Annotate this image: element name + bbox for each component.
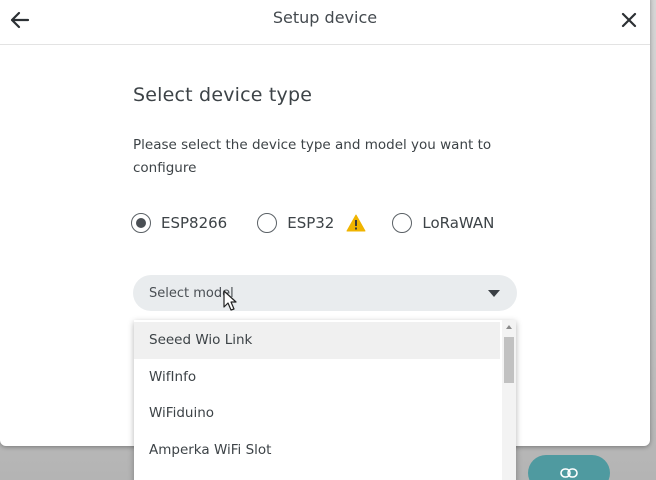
scroll-up-arrow-icon[interactable] xyxy=(506,325,512,329)
scrollbar-thumb[interactable] xyxy=(504,337,514,383)
radio-dot xyxy=(136,218,146,228)
radio-label-lorawan: LoRaWAN xyxy=(422,214,495,232)
back-button[interactable] xyxy=(6,6,34,34)
model-option-wifiduino[interactable]: WiFiduino xyxy=(134,395,500,432)
radio-esp32[interactable]: ESP32 xyxy=(257,213,366,233)
radio-label-esp32: ESP32 xyxy=(287,214,335,232)
dropdown-scrollbar[interactable] xyxy=(502,320,516,480)
radio-button[interactable] xyxy=(257,213,278,233)
close-icon xyxy=(621,12,637,28)
model-option-seeed-wio-link[interactable]: Seeed Wio Link xyxy=(134,322,500,359)
model-option-wifinfo[interactable]: WifInfo xyxy=(134,359,500,396)
radio-esp8266[interactable]: ESP8266 xyxy=(131,213,227,233)
screen: Setup device Select device type Please s… xyxy=(0,0,656,480)
model-select[interactable]: Select model xyxy=(133,275,517,311)
radio-button-selected[interactable] xyxy=(131,213,151,233)
radio-label-esp8266: ESP8266 xyxy=(161,214,228,232)
page-title: Select device type xyxy=(133,84,313,106)
device-type-radio-group: ESP8266 ESP32 LoRaWAN xyxy=(131,209,494,237)
dialog-header: Setup device xyxy=(0,0,650,45)
caret-down-icon xyxy=(488,290,500,297)
radio-lorawan[interactable]: LoRaWAN xyxy=(392,213,494,233)
dialog-title: Setup device xyxy=(272,8,378,27)
arrow-left-icon xyxy=(10,11,30,29)
model-options: Seeed Wio Link WifInfo WiFiduino Amperka… xyxy=(134,322,500,468)
link-button[interactable] xyxy=(528,455,610,480)
radio-button[interactable] xyxy=(392,213,413,233)
model-option-amperka-wifi-slot[interactable]: Amperka WiFi Slot xyxy=(134,432,500,469)
model-select-placeholder: Select model xyxy=(149,286,234,301)
close-button[interactable] xyxy=(615,6,643,34)
instructions-text: Please select the device type and model … xyxy=(133,137,492,176)
link-icon xyxy=(560,468,578,478)
warning-icon xyxy=(346,214,366,232)
mouse-cursor-icon xyxy=(223,290,237,311)
model-dropdown-list: Seeed Wio Link WifInfo WiFiduino Amperka… xyxy=(134,320,516,480)
